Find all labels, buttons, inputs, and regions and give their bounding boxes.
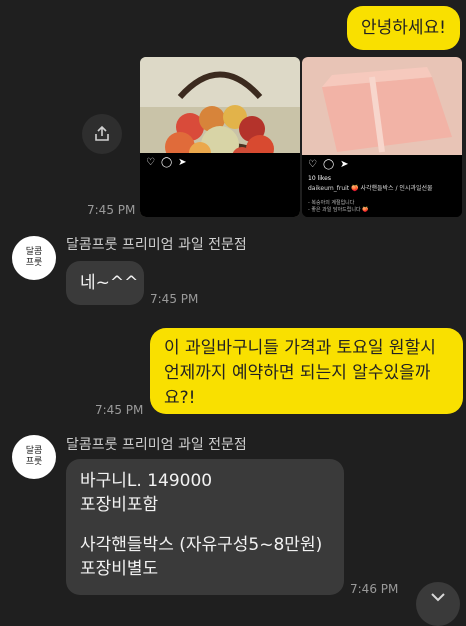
message-text: 네~^^ bbox=[80, 273, 139, 293]
scroll-down-button[interactable] bbox=[416, 582, 460, 626]
message-text: 바구니L. 149000 bbox=[80, 471, 213, 491]
my-message-bubble: 이 과일바구니들 가격과 토요일 원할시 언제까지 예약하면 되는지 알수있을까… bbox=[150, 328, 463, 414]
comment-icon: ◯ bbox=[322, 159, 335, 170]
likes-count: 10 likes bbox=[308, 175, 331, 182]
avatar-logo: 달콤 프룻 bbox=[25, 446, 43, 467]
message-text: 포장비포함 bbox=[80, 495, 159, 515]
message-text: 안녕하세요! bbox=[360, 17, 446, 38]
photo-attachment[interactable]: ♡ ◯ ➤ bbox=[140, 57, 300, 217]
heart-icon: ♡ bbox=[308, 159, 317, 170]
post-caption: daikeum_fruit 🍑 사각핸들박스 / 인시과일선물 bbox=[308, 185, 433, 192]
avatar-logo: 달콤 프룻 bbox=[25, 247, 43, 268]
message-time: 7:45 PM bbox=[87, 203, 136, 217]
my-message-bubble: 안녕하세요! bbox=[347, 6, 460, 50]
gift-box-image bbox=[302, 57, 462, 157]
photo-attachment[interactable]: ♡ ◯ ➤ 10 likes daikeum_fruit 🍑 사각핸들박스 / … bbox=[302, 57, 462, 217]
message-time: 7:45 PM bbox=[95, 403, 144, 417]
share-icon bbox=[95, 125, 109, 141]
message-text: 사각핸들박스 (자유구성5~8만원) bbox=[80, 535, 323, 555]
avatar[interactable]: 달콤 프룻 bbox=[12, 435, 56, 479]
send-icon: ➤ bbox=[340, 159, 349, 170]
post-caption-line: - 좋은 과일 담아드립니다 🍑 bbox=[308, 207, 369, 213]
sender-name: 달콤프룻 프리미엄 과일 전문점 bbox=[66, 237, 247, 253]
post-action-icons: ♡ ◯ ➤ bbox=[308, 159, 349, 170]
send-icon: ➤ bbox=[178, 157, 187, 168]
avatar[interactable]: 달콤 프룻 bbox=[12, 236, 56, 280]
other-message-bubble: 네~^^ bbox=[66, 261, 144, 305]
heart-icon: ♡ bbox=[146, 157, 155, 168]
chevron-down-icon bbox=[431, 593, 445, 602]
message-time: 7:45 PM bbox=[150, 292, 199, 306]
message-text: 포장비별도 bbox=[80, 559, 159, 579]
post-action-icons: ♡ ◯ ➤ bbox=[146, 157, 187, 168]
message-text: 이 과일바구니들 가격과 토요일 원할시 언제까지 예약하면 되는지 알수있을까… bbox=[164, 338, 436, 408]
other-message-bubble: 바구니L. 149000 포장비포함 사각핸들박스 (자유구성5~8만원) 포장… bbox=[66, 459, 344, 595]
comment-icon: ◯ bbox=[160, 157, 173, 168]
sender-name: 달콤프룻 프리미엄 과일 전문점 bbox=[66, 437, 247, 453]
share-button[interactable] bbox=[82, 114, 122, 154]
message-time: 7:46 PM bbox=[350, 582, 399, 596]
